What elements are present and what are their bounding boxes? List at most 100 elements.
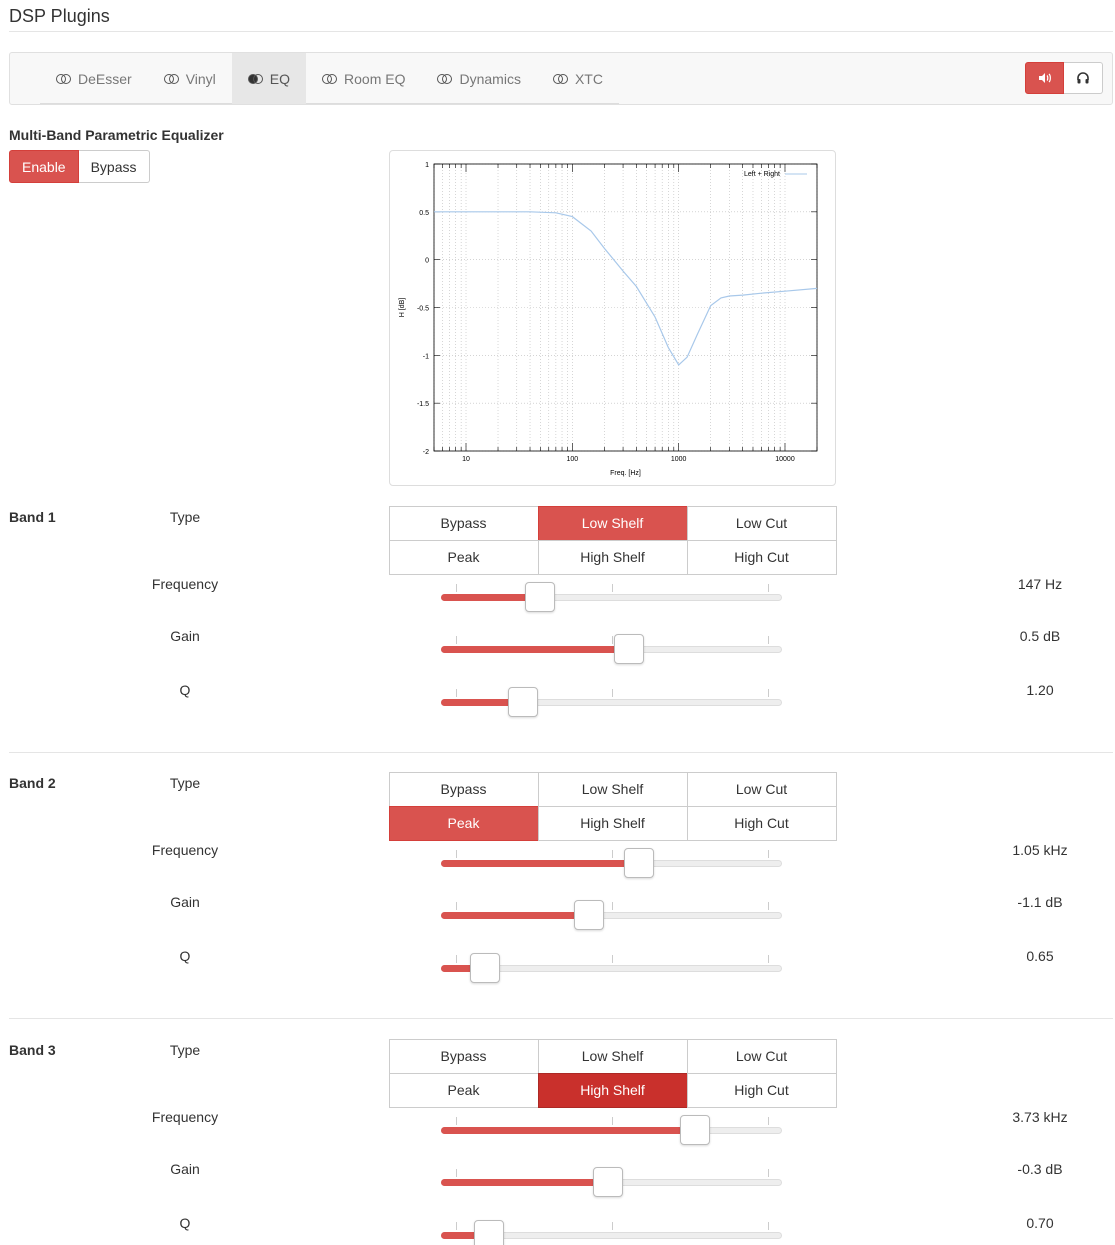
slider-tick: [612, 902, 613, 910]
y-tick-label: 1: [425, 162, 429, 169]
output-selector: [1025, 62, 1103, 94]
plugin-tabbar: DeEsser Vinyl EQ Room EQ Dynamics XTC: [9, 52, 1113, 105]
type-option-peak[interactable]: Peak: [388, 539, 539, 575]
toggle-on-icon: [247, 73, 264, 84]
slider-handle[interactable]: [507, 687, 538, 717]
speaker-icon: [1038, 73, 1051, 83]
band-divider: [9, 1018, 1113, 1019]
speaker-output-button[interactable]: [1025, 62, 1064, 94]
tab-label: EQ: [269, 70, 291, 87]
type-option-low-cut[interactable]: Low Cut: [686, 1038, 837, 1074]
type-option-high-shelf[interactable]: High Shelf: [537, 539, 688, 575]
frequency-slider[interactable]: [441, 848, 782, 878]
slider-tick: [612, 636, 613, 644]
slider-tick: [456, 636, 457, 644]
frequency-slider[interactable]: [441, 1115, 782, 1145]
slider-tick: [768, 1169, 769, 1177]
y-tick-label: -1.5: [417, 401, 429, 408]
q-value: 1.20: [1026, 682, 1054, 698]
slider-handle[interactable]: [623, 848, 654, 878]
q-label: Q: [179, 948, 191, 964]
gain-label: Gain: [170, 628, 200, 644]
eq-section-title: Multi-Band Parametric Equalizer: [9, 127, 224, 143]
slider-handle[interactable]: [524, 582, 555, 612]
type-option-peak[interactable]: Peak: [388, 1072, 539, 1108]
type-option-low-shelf[interactable]: Low Shelf: [537, 1038, 688, 1074]
plugin-tabs: DeEsser Vinyl EQ Room EQ Dynamics XTC: [40, 53, 619, 104]
tab-deesser[interactable]: DeEsser: [40, 53, 148, 104]
frequency-label: Frequency: [151, 576, 219, 592]
type-option-high-shelf[interactable]: High Shelf: [537, 1072, 688, 1108]
type-option-low-cut[interactable]: Low Cut: [686, 505, 837, 541]
q-value: 0.65: [1026, 948, 1054, 964]
gain-label: Gain: [170, 1161, 200, 1177]
type-selector: Bypass Low Shelf Low Cut Peak High Shelf High…: [388, 505, 837, 575]
toggle-off-icon: [322, 73, 338, 84]
toggle-off-icon: [437, 73, 453, 84]
type-option-low-shelf[interactable]: Low Shelf: [537, 771, 688, 807]
gain-slider[interactable]: [441, 900, 782, 930]
type-option-high-cut[interactable]: High Cut: [686, 1072, 837, 1108]
q-slider[interactable]: [441, 1220, 782, 1245]
slider-fill: [441, 646, 629, 653]
type-option-low-cut[interactable]: Low Cut: [686, 771, 837, 807]
frequency-label: Frequency: [151, 1109, 219, 1125]
gain-slider[interactable]: [441, 634, 782, 664]
slider-tick: [612, 850, 613, 858]
slider-tick: [612, 1117, 613, 1125]
tab-label: XTC: [574, 70, 603, 87]
toggle-off-icon: [56, 73, 72, 84]
tab-eq[interactable]: EQ: [231, 53, 307, 104]
frequency-value: 3.73 kHz: [1012, 1109, 1068, 1125]
type-option-bypass[interactable]: Bypass: [388, 505, 539, 541]
q-slider[interactable]: [441, 953, 782, 983]
gain-value: -1.1 dB: [1017, 894, 1063, 910]
tab-label: Vinyl: [185, 70, 216, 87]
slider-handle[interactable]: [593, 1167, 624, 1197]
slider-handle[interactable]: [470, 953, 501, 983]
frequency-label: Frequency: [151, 842, 219, 858]
gain-value: -0.3 dB: [1017, 1161, 1063, 1177]
gain-label: Gain: [170, 894, 200, 910]
slider-tick: [456, 850, 457, 858]
slider-handle[interactable]: [473, 1220, 504, 1245]
headphones-output-button[interactable]: [1064, 62, 1103, 94]
type-option-high-shelf[interactable]: High Shelf: [537, 805, 688, 841]
slider-tick: [768, 955, 769, 963]
tab-vinyl[interactable]: Vinyl: [148, 53, 232, 104]
slider-handle[interactable]: [613, 634, 644, 664]
slider-tick: [768, 850, 769, 858]
frequency-slider[interactable]: [441, 582, 782, 612]
title-divider: [9, 31, 1113, 32]
tab-room-eq[interactable]: Room EQ: [306, 53, 421, 104]
slider-tick: [768, 902, 769, 910]
band-divider: [9, 752, 1113, 753]
type-option-low-shelf[interactable]: Low Shelf: [537, 505, 688, 541]
q-slider[interactable]: [441, 687, 782, 717]
type-option-bypass[interactable]: Bypass: [388, 1038, 539, 1074]
enable-button[interactable]: Enable: [9, 150, 79, 183]
type-label: Type: [169, 775, 201, 791]
slider-tick: [456, 1169, 457, 1177]
bypass-button[interactable]: Bypass: [78, 150, 150, 183]
type-option-bypass[interactable]: Bypass: [388, 771, 539, 807]
slider-handle[interactable]: [680, 1115, 711, 1145]
slider-tick: [768, 689, 769, 697]
slider-handle[interactable]: [574, 900, 605, 930]
q-value: 0.70: [1026, 1215, 1054, 1231]
type-selector: Bypass Low Shelf Low Cut Peak High Shelf High…: [388, 771, 837, 841]
frequency-value: 1.05 kHz: [1012, 842, 1068, 858]
enable-bypass-group: Enable Bypass: [9, 150, 150, 183]
type-option-high-cut[interactable]: High Cut: [686, 805, 837, 841]
tab-label: DeEsser: [78, 70, 132, 87]
y-axis-label: H [dB]: [399, 298, 406, 318]
x-tick-label: 1000: [671, 456, 687, 463]
type-selector: Bypass Low Shelf Low Cut Peak High Shelf High…: [388, 1038, 837, 1108]
tab-dynamics[interactable]: Dynamics: [421, 53, 536, 104]
type-option-peak[interactable]: Peak: [388, 805, 539, 841]
tab-xtc[interactable]: XTC: [537, 53, 619, 104]
slider-fill: [441, 860, 639, 867]
gain-slider[interactable]: [441, 1167, 782, 1197]
slider-tick: [768, 584, 769, 592]
type-option-high-cut[interactable]: High Cut: [686, 539, 837, 575]
